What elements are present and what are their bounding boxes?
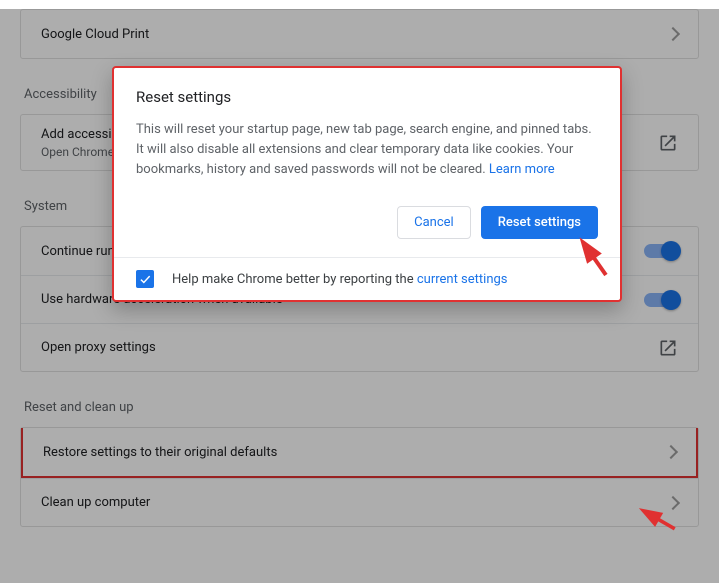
- dialog-description: This will reset your startup page, new t…: [136, 120, 598, 180]
- current-settings-link[interactable]: current settings: [417, 272, 508, 287]
- reset-settings-dialog: Reset settings This will reset your star…: [112, 66, 622, 302]
- check-icon: [138, 272, 152, 286]
- reset-settings-button[interactable]: Reset settings: [481, 206, 598, 239]
- cancel-button[interactable]: Cancel: [397, 206, 471, 239]
- learn-more-link[interactable]: Learn more: [489, 162, 555, 177]
- dialog-title: Reset settings: [136, 88, 598, 106]
- report-settings-checkbox[interactable]: [136, 270, 154, 288]
- report-settings-label: Help make Chrome better by reporting the…: [172, 272, 508, 287]
